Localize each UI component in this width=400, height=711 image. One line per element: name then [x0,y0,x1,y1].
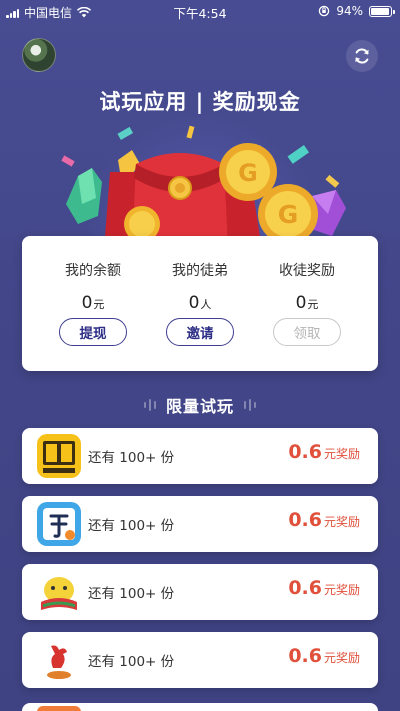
dictionary-app-icon [37,502,81,546]
stat-label: 我的徒弟 [172,263,228,279]
app-screen: 中国电信 下午4:54 94% 试玩应用 | 奖励现金 G G 我的余额 0元 … [0,0,400,711]
remaining-count: 还有 100+ 份 [88,654,175,670]
stat-label: 我的余额 [65,263,121,279]
remaining-count: 还有 100+ 份 [88,518,175,534]
reward-amount: 0.6 元奖励 [288,441,360,463]
trial-app-row[interactable]: 还有 100+ 份 0.6 元奖励 [22,428,378,484]
trial-app-row[interactable]: 还有 100+ 份 0.6 元奖励 [22,496,378,552]
stat-referral-reward: 收徒奖励 0元 [248,260,366,313]
stat-value: 0元 [81,293,105,313]
red-envelope-illustration: G G [61,125,346,250]
battery-percent: 94% [336,4,363,18]
user-avatar[interactable] [22,38,56,72]
yellow-app-icon [37,434,81,478]
withdraw-button[interactable]: 提现 [59,318,127,346]
reward-amount: 0.6 元奖励 [288,509,360,531]
refresh-button[interactable] [346,40,378,72]
360-app-icon [37,638,81,682]
refresh-icon [355,48,369,64]
svg-text:G: G [238,159,258,187]
claim-button[interactable]: 领取 [273,318,341,346]
section-heading: 限量试玩 [0,393,400,417]
decorative-bars-icon [143,399,156,411]
decorative-bars-icon [244,399,256,411]
cartoon-character-app-icon [37,570,81,614]
stat-apprentices: 我的徒弟 0人 [141,260,259,313]
earnings-card: 我的余额 0元 我的徒弟 0人 收徒奖励 0元 提现 邀请 领取 [22,236,378,371]
svg-text:G: G [278,200,299,229]
next-app-row-partial[interactable] [22,703,378,711]
remaining-count: 还有 100+ 份 [88,586,175,602]
battery-fill [371,7,389,15]
stat-balance: 我的余额 0元 [34,260,152,313]
trial-app-row[interactable]: 还有 100+ 份 0.6 元奖励 [22,564,378,620]
stat-label: 收徒奖励 [279,263,335,279]
reward-amount: 0.6 元奖励 [288,645,360,667]
orientation-lock-icon [319,5,330,17]
stat-value: 0元 [295,293,319,313]
app-icon [37,706,81,711]
invite-button[interactable]: 邀请 [166,318,234,346]
reward-amount: 0.6 元奖励 [288,577,360,599]
remaining-count: 还有 100+ 份 [88,450,175,466]
battery-icon [369,5,395,17]
stat-value: 0人 [188,293,212,313]
trial-app-row[interactable]: 还有 100+ 份 0.6 元奖励 [22,632,378,688]
status-bar: 中国电信 下午4:54 94% [0,0,400,22]
section-title: 限量试玩 [165,397,234,416]
